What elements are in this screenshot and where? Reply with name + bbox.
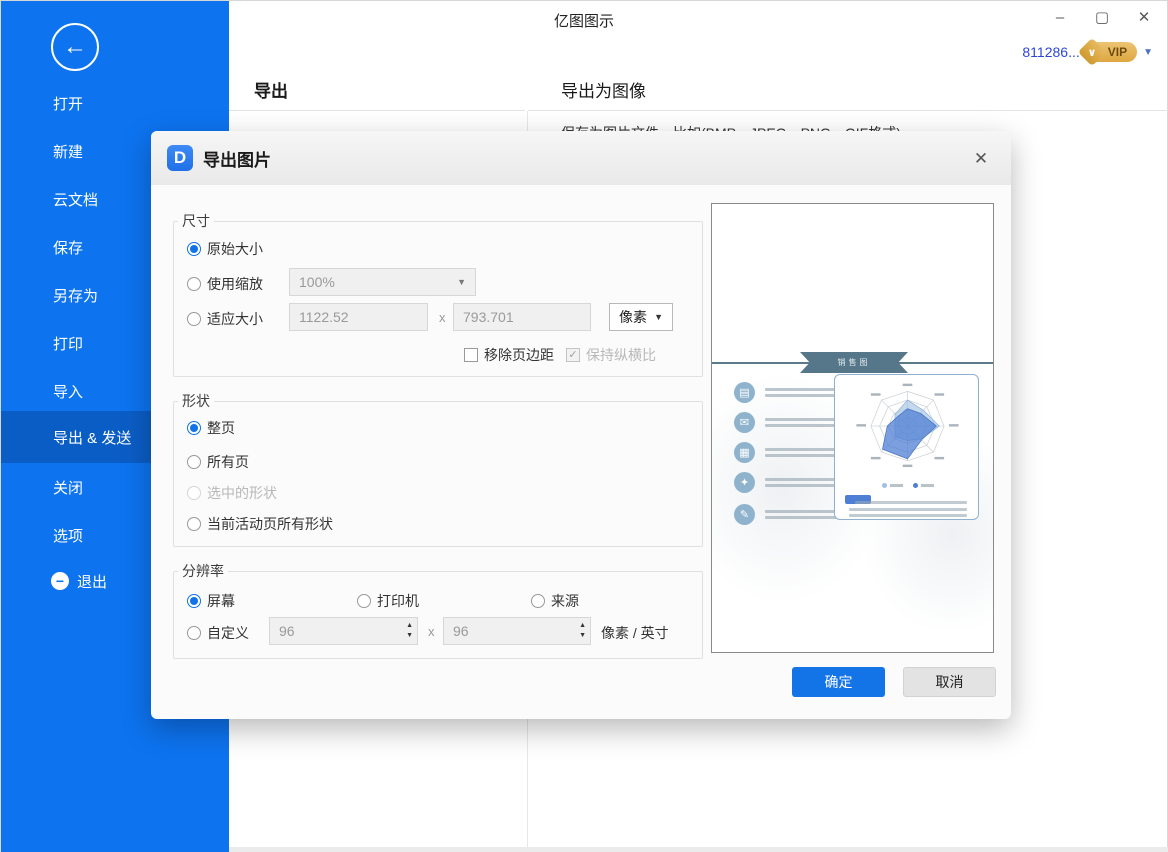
radio-original-size[interactable]: 原始大小 bbox=[187, 239, 263, 259]
radio-icon bbox=[187, 486, 201, 500]
checkbox-remove-margins[interactable]: 移除页边距 bbox=[464, 345, 554, 365]
shape-group-legend: 形状 bbox=[182, 393, 210, 409]
panel-title-export-image: 导出为图像 bbox=[561, 82, 646, 101]
export-image-dialog: D 导出图片 ✕ 尺寸 原始大小 使用缩放 100% ▼ 适应大小 1122.5… bbox=[151, 131, 1011, 719]
stepper-arrows-icon[interactable]: ▲ ▼ bbox=[579, 621, 586, 640]
radio-icon bbox=[187, 421, 201, 435]
radio-icon bbox=[187, 312, 201, 326]
account-area: 811286... ∨ VIP ▼ bbox=[1022, 37, 1153, 67]
cancel-button[interactable]: 取消 bbox=[903, 667, 996, 697]
preview-mail-icon: ✉ bbox=[734, 412, 755, 433]
radio-printer[interactable]: 打印机 bbox=[357, 591, 419, 611]
edraw-logo-icon: D bbox=[167, 145, 193, 171]
dialog-title: 导出图片 bbox=[203, 150, 271, 170]
radio-full-page[interactable]: 整页 bbox=[187, 418, 235, 438]
preview-gear-icon: ✦ bbox=[734, 472, 755, 493]
preview-chart-icon: ▦ bbox=[734, 442, 755, 463]
divider bbox=[528, 110, 1168, 111]
vip-badge[interactable]: ∨ VIP bbox=[1077, 37, 1138, 67]
legend-label-line bbox=[889, 484, 903, 487]
dpi-unit-label: 像素 / 英寸 bbox=[601, 625, 669, 641]
sidebar-item-open[interactable]: 打开 bbox=[1, 86, 229, 120]
radio-all-pages[interactable]: 所有页 bbox=[187, 452, 249, 472]
checkbox-checked-icon: ✓ bbox=[566, 348, 580, 362]
vip-icon: ∨ bbox=[1077, 37, 1106, 67]
scale-select[interactable]: 100% ▼ bbox=[289, 268, 476, 296]
preview-banner-title: 销售图 bbox=[837, 358, 871, 367]
dimension-separator: x bbox=[439, 310, 446, 325]
divider bbox=[229, 110, 525, 111]
radio-fit-size[interactable]: 适应大小 bbox=[187, 309, 263, 329]
radio-selected-shapes: 选中的形状 bbox=[187, 483, 277, 503]
account-caret-icon[interactable]: ▼ bbox=[1143, 47, 1153, 58]
dialog-close-icon[interactable]: ✕ bbox=[969, 147, 993, 171]
maximize-button[interactable]: ▢ bbox=[1087, 5, 1117, 31]
radio-use-scale[interactable]: 使用缩放 bbox=[187, 274, 263, 294]
preview-radar-card bbox=[834, 374, 979, 520]
radio-icon bbox=[357, 594, 371, 608]
back-arrow-icon: ← bbox=[63, 33, 87, 60]
preview-book-icon: ▤ bbox=[734, 382, 755, 403]
radio-icon bbox=[531, 594, 545, 608]
preview-pencil-icon: ✎ bbox=[734, 504, 755, 525]
preview-banner-ribbon: 销售图 bbox=[800, 352, 908, 373]
radio-icon bbox=[187, 517, 201, 531]
radio-source[interactable]: 来源 bbox=[531, 591, 579, 611]
dpi-x-stepper[interactable]: 96 ▲ ▼ bbox=[269, 617, 418, 645]
radio-active-page-shapes[interactable]: 当前活动页所有形状 bbox=[187, 514, 333, 534]
dimension-separator: x bbox=[428, 624, 435, 639]
fit-height-input[interactable]: 793.701 bbox=[453, 303, 591, 331]
preview-radar-legend bbox=[835, 483, 980, 488]
checkbox-icon bbox=[464, 348, 478, 362]
radio-icon bbox=[187, 626, 201, 640]
section-title-export: 导出 bbox=[254, 82, 288, 101]
window-close-button[interactable]: ✕ bbox=[1129, 5, 1159, 31]
legend-dot-icon bbox=[881, 483, 887, 488]
radio-icon bbox=[187, 594, 201, 608]
dialog-header: D 导出图片 bbox=[151, 131, 1011, 185]
app-window: 亿图图示 – ▢ ✕ 811286... ∨ VIP ▼ 导出 导出为图像 保存… bbox=[0, 0, 1168, 852]
resolution-group: 分辨率 bbox=[173, 561, 703, 659]
dpi-y-stepper[interactable]: 96 ▲ ▼ bbox=[443, 617, 591, 645]
chevron-down-icon: ▼ bbox=[457, 277, 466, 287]
vip-label: VIP bbox=[1107, 45, 1128, 59]
back-button[interactable]: ← bbox=[51, 23, 99, 71]
size-group-legend: 尺寸 bbox=[182, 213, 210, 229]
unit-select[interactable]: 像素 ▼ bbox=[609, 303, 673, 331]
chevron-down-icon: ▼ bbox=[654, 312, 663, 322]
radio-icon bbox=[187, 242, 201, 256]
minimize-button[interactable]: – bbox=[1045, 5, 1075, 31]
legend-label-line bbox=[920, 484, 934, 487]
account-id[interactable]: 811286... bbox=[1022, 44, 1079, 60]
radio-icon bbox=[187, 455, 201, 469]
radio-custom-dpi[interactable]: 自定义 bbox=[187, 623, 249, 643]
stepper-arrows-icon[interactable]: ▲ ▼ bbox=[406, 621, 413, 640]
export-preview-panel: 销售图 ▤ ✉ ▦ ✦ ✎ bbox=[711, 203, 994, 653]
legend-dot-icon bbox=[912, 483, 918, 488]
preview-radar-chart bbox=[856, 383, 959, 468]
fit-width-input[interactable]: 1122.52 bbox=[289, 303, 428, 331]
ok-button[interactable]: 确定 bbox=[792, 667, 885, 697]
resolution-group-legend: 分辨率 bbox=[182, 563, 224, 579]
radio-screen[interactable]: 屏幕 bbox=[187, 591, 235, 611]
radio-icon bbox=[187, 277, 201, 291]
exit-icon: − bbox=[51, 572, 69, 590]
checkbox-keep-ratio: ✓ 保持纵横比 bbox=[566, 345, 656, 365]
